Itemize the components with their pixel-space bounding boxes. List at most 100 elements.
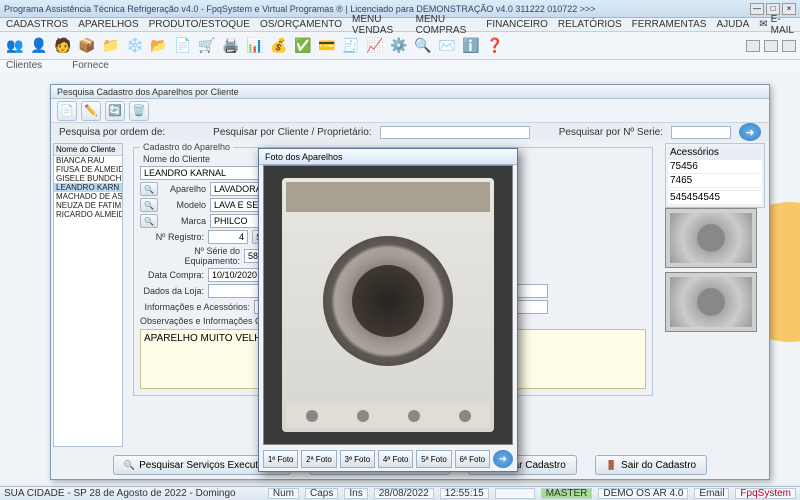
tb-close[interactable] — [782, 40, 796, 52]
sb-time: 12:55:15 — [440, 488, 489, 499]
acess-header: Acessórios — [668, 146, 762, 160]
tb-supplier-icon[interactable]: 🧑 — [52, 35, 74, 57]
sw-edit-icon[interactable]: ✏️ — [81, 101, 101, 121]
sb-email: Email — [694, 488, 729, 499]
tb-cart-icon[interactable]: 🛒 — [196, 35, 218, 57]
tb-help-icon[interactable]: ❓ — [484, 35, 506, 57]
tb-fridge-icon[interactable]: ❄️ — [124, 35, 146, 57]
acess-item[interactable]: 75456 — [668, 160, 762, 174]
client-row[interactable]: BIANCA RAU — [54, 156, 122, 165]
sw-refresh-icon[interactable]: 🔄 — [105, 101, 125, 121]
tb-max[interactable] — [764, 40, 778, 52]
appliance-photo — [282, 178, 494, 432]
email-label: E-MAIL — [771, 14, 794, 36]
client-row[interactable]: FIUSA DE ALMEID — [54, 165, 122, 174]
sb-ins: Ins — [344, 488, 367, 499]
main-toolbar: 👥 👤 🧑 📦 📁 ❄️ 📂 📄 🛒 🖨️ 📊 💰 ✅ 💳 🧾 📈 ⚙️ 🔍 ✉… — [0, 32, 800, 60]
main-area: Pesquisa Cadastro dos Aparelhos por Clie… — [0, 72, 800, 484]
search-window-title: Pesquisa Cadastro dos Aparelhos por Clie… — [51, 85, 769, 99]
thumbnail-1[interactable] — [665, 208, 757, 268]
label-marca: Marca — [162, 216, 206, 226]
client-row[interactable]: GISELE BUNDCH — [54, 174, 122, 183]
sublabel-clientes: Clientes — [6, 60, 42, 72]
photo-btn-6[interactable]: 6ª Foto — [455, 450, 490, 468]
label-nregistro: Nº Registro: — [140, 232, 204, 242]
menu-relatorios[interactable]: RELATÓRIOS — [558, 19, 622, 30]
client-row[interactable]: MACHADO DE AS — [54, 192, 122, 201]
photo-btn-2[interactable]: 2ª Foto — [301, 450, 336, 468]
menubar: CADASTROS APARELHOS PRODUTO/ESTOQUE OS/O… — [0, 18, 800, 32]
window-title: Programa Assistência Técnica Refrigeraçã… — [4, 4, 750, 14]
tb-search-icon[interactable]: 🔍 — [412, 35, 434, 57]
sublabel-fornece: Fornece — [72, 60, 109, 72]
sb-date: 28/08/2022 — [374, 488, 434, 499]
client-list[interactable]: Nome do Cliente BIANCA RAUFIUSA DE ALMEI… — [53, 143, 123, 447]
tb-doc-icon[interactable]: 📄 — [172, 35, 194, 57]
search-row: Pesquisa por ordem de: Pesquisar por Cli… — [51, 123, 769, 141]
menu-os[interactable]: OS/ORÇAMENTO — [260, 19, 342, 30]
client-row[interactable]: RICARDO ALMEID — [54, 210, 122, 219]
label-nome-cliente: Nome do Cliente — [140, 154, 210, 164]
btn-sair[interactable]: 🚪 Sair do Cadastro — [595, 455, 707, 475]
statusbar: SUA CIDADE - SP 28 de Agosto de 2022 - D… — [0, 486, 800, 500]
tb-product-icon[interactable]: 📦 — [76, 35, 98, 57]
tb-chart-icon[interactable]: 📈 — [364, 35, 386, 57]
sb-demo: DEMO OS AR 4.0 — [598, 488, 688, 499]
label-dadosloja: Dados da Loja: — [140, 286, 204, 296]
sb-master: MASTER — [541, 488, 593, 499]
menu-financeiro[interactable]: FINANCEIRO — [486, 19, 548, 30]
tb-box-icon[interactable]: 📁 — [100, 35, 122, 57]
label-serial: Pesquisar por Nº Serie: — [559, 127, 663, 138]
menu-produto[interactable]: PRODUTO/ESTOQUE — [149, 19, 250, 30]
client-row[interactable]: LEANDRO KARN — [54, 183, 122, 192]
lookup-modelo-icon[interactable]: 🔍 — [140, 198, 158, 212]
menu-aparelhos[interactable]: APARELHOS — [78, 19, 138, 30]
tb-info-icon[interactable]: ℹ️ — [460, 35, 482, 57]
menu-ferramentas[interactable]: FERRAMENTAS — [632, 19, 707, 30]
acess-item[interactable]: 7465 — [668, 174, 762, 188]
label-infoacess: Informações e Acessórios: — [140, 302, 250, 312]
photo-go-button[interactable]: ➜ — [493, 450, 513, 468]
acess-item[interactable]: 545454545 — [668, 191, 762, 205]
search-go-button[interactable]: ➜ — [739, 123, 761, 141]
label-client: Pesquisar por Cliente / Proprietário: — [213, 127, 371, 138]
tb-mail-icon[interactable]: ✉️ — [436, 35, 458, 57]
lookup-aparelho-icon[interactable]: 🔍 — [140, 182, 158, 196]
client-row[interactable]: NEUZA DE FATIM — [54, 201, 122, 210]
menu-vendas[interactable]: MENU VENDAS — [352, 14, 406, 36]
tb-settings-icon[interactable]: ⚙️ — [388, 35, 410, 57]
label-nserie: Nº Série do Equipamento: — [140, 246, 240, 266]
sb-location: SUA CIDADE - SP 28 de Agosto de 2022 - D… — [4, 488, 236, 499]
tb-client-icon[interactable]: 👤 — [28, 35, 50, 57]
lookup-marca-icon[interactable]: 🔍 — [140, 214, 158, 228]
sb-caps: Caps — [305, 488, 338, 499]
tb-check-icon[interactable]: ✅ — [292, 35, 314, 57]
menu-ajuda[interactable]: AJUDA — [716, 19, 749, 30]
email-button[interactable]: ✉ E-MAIL — [759, 14, 794, 36]
sb-num: Num — [268, 488, 299, 499]
menu-compras[interactable]: MENU COMPRAS — [416, 14, 477, 36]
photo-dialog-title: Foto dos Aparelhos — [259, 149, 517, 165]
tb-money-icon[interactable]: 💰 — [268, 35, 290, 57]
sw-delete-icon[interactable]: 🗑️ — [129, 101, 149, 121]
tb-report-icon[interactable]: 📊 — [244, 35, 266, 57]
search-toolbar: 📄 ✏️ 🔄 🗑️ — [51, 99, 769, 123]
sw-new-icon[interactable]: 📄 — [57, 101, 77, 121]
tb-receipt-icon[interactable]: 🧾 — [340, 35, 362, 57]
photo-btn-1[interactable]: 1ª Foto — [263, 450, 298, 468]
menu-cadastros[interactable]: CADASTROS — [6, 19, 68, 30]
search-client-input[interactable] — [380, 126, 530, 139]
tb-clients-icon[interactable]: 👥 — [4, 35, 26, 57]
photo-btn-4[interactable]: 4ª Foto — [378, 450, 413, 468]
search-serial-input[interactable] — [671, 126, 731, 139]
tb-min[interactable] — [746, 40, 760, 52]
thumbnail-2[interactable] — [665, 272, 757, 332]
label-order: Pesquisa por ordem de: — [59, 127, 165, 138]
thumbnails-panel: Acessórios 75456 7465 545454545 — [665, 143, 765, 447]
tb-card-icon[interactable]: 💳 — [316, 35, 338, 57]
tb-folder-icon[interactable]: 📂 — [148, 35, 170, 57]
input-nregistro[interactable] — [208, 230, 248, 244]
photo-btn-3[interactable]: 3ª Foto — [340, 450, 375, 468]
tb-print-icon[interactable]: 🖨️ — [220, 35, 242, 57]
photo-btn-5[interactable]: 5ª Foto — [416, 450, 451, 468]
